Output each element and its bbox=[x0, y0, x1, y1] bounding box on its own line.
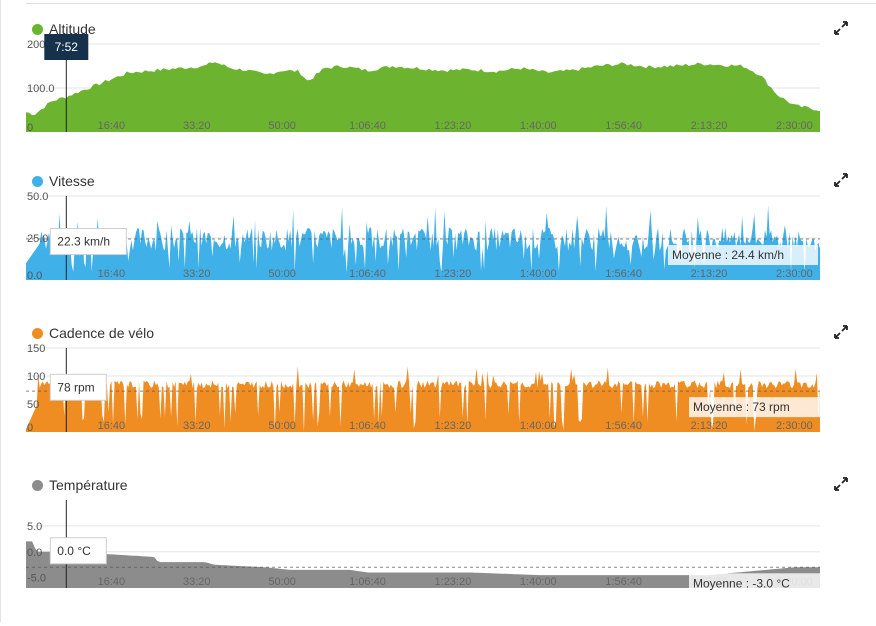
temperature-panel: Température 5.0 0.0 -5.0 16:40 33:20 50:00 1:0… bbox=[26, 476, 876, 626]
x-tick-label: 1:56:40 bbox=[605, 576, 642, 588]
x-tick-label: 50:00 bbox=[268, 576, 296, 588]
vitesse-header: Vitesse bbox=[32, 172, 95, 190]
x-tick-label: 1:23:20 bbox=[435, 268, 472, 280]
cadence-legend-dot bbox=[32, 327, 43, 339]
x-tick-label: 50:00 bbox=[268, 420, 296, 432]
vitesse-title: Vitesse bbox=[49, 173, 95, 189]
y-tick-label: -5.0 bbox=[27, 573, 46, 585]
y-tick-label: 0.0 bbox=[27, 547, 42, 559]
temperature-title: Température bbox=[49, 477, 128, 493]
x-tick-label: 1:06:40 bbox=[349, 268, 386, 280]
x-tick-label: 2:30:00 bbox=[776, 268, 813, 280]
x-tick-label: 2:13:20 bbox=[691, 268, 728, 280]
cadence-title: Cadence de vélo bbox=[49, 325, 155, 341]
x-tick-label: 33:20 bbox=[183, 420, 211, 432]
y-tick-label: 0 bbox=[27, 122, 33, 134]
x-tick-label: 1:56:40 bbox=[605, 268, 642, 280]
average-label: Moyenne : -3.0 °C bbox=[693, 576, 790, 590]
expand-icon[interactable] bbox=[834, 21, 848, 35]
x-tick-label: 2:13:20 bbox=[691, 420, 728, 432]
x-tick-label: 1:56:40 bbox=[605, 120, 642, 132]
x-tick-label: 1:40:00 bbox=[520, 576, 557, 588]
x-tick-label: 16:40 bbox=[98, 576, 126, 588]
x-tick-label: 16:40 bbox=[98, 120, 126, 132]
average-label: Moyenne : 73 rpm bbox=[693, 400, 790, 414]
x-tick-label: 16:40 bbox=[98, 268, 126, 280]
x-tick-label: 33:20 bbox=[183, 120, 211, 132]
y-tick-label: 150 bbox=[27, 343, 45, 355]
x-tick-label: 16:40 bbox=[98, 420, 126, 432]
x-tick-label: 33:20 bbox=[183, 268, 211, 280]
x-tick-label: 1:40:00 bbox=[520, 120, 557, 132]
x-tick-label: 1:06:40 bbox=[349, 120, 386, 132]
expand-icon[interactable] bbox=[834, 173, 848, 187]
x-tick-label: 1:06:40 bbox=[349, 576, 386, 588]
vitesse-panel: Vitesse 50.0 25.0 0.0 16:40 33:20 50:00 1:06:4… bbox=[26, 172, 876, 322]
temperature-header: Température bbox=[32, 476, 128, 494]
expand-icon[interactable] bbox=[834, 477, 848, 491]
x-tick-label: 2:30:00 bbox=[776, 420, 813, 432]
y-tick-label: 5.0 bbox=[27, 521, 42, 533]
x-tick-label: 1:06:40 bbox=[349, 420, 386, 432]
cadence-panel: Cadence de vélo 150 100 50 0 16:40 33:20 50:00… bbox=[26, 324, 876, 474]
expand-icon[interactable] bbox=[834, 325, 848, 339]
y-tick-label: 100.0 bbox=[27, 83, 55, 95]
vitesse-legend-dot bbox=[32, 175, 43, 187]
left-border bbox=[0, 0, 1, 622]
x-tick-label: 1:23:20 bbox=[435, 576, 472, 588]
x-tick-label: 33:20 bbox=[183, 576, 211, 588]
x-tick-label: 1:40:00 bbox=[520, 420, 557, 432]
x-tick-label: 1:40:00 bbox=[520, 268, 557, 280]
y-tick-label: 100 bbox=[27, 371, 45, 383]
cadence-header: Cadence de vélo bbox=[32, 324, 154, 342]
x-tick-label: 2:13:20 bbox=[691, 120, 728, 132]
y-tick-label: 50 bbox=[27, 399, 39, 411]
x-tick-label: 1:23:20 bbox=[435, 120, 472, 132]
altitude-panel: Altitude 200.0 100.0 0 16:40 33:20 50:00 1:06:… bbox=[26, 20, 876, 170]
y-tick-label: 50.0 bbox=[27, 191, 48, 203]
cadence-chart[interactable]: 150 100 50 0 16:40 33:20 50:00 1:06:40 1:23:20 1:… bbox=[26, 343, 839, 440]
x-tick-label: 50:00 bbox=[268, 268, 296, 280]
x-tick-label: 1:56:40 bbox=[605, 420, 642, 432]
y-tick-label: 0.0 bbox=[27, 270, 42, 282]
cursor-value-label: 22.3 km/h bbox=[57, 235, 110, 249]
altitude-chart[interactable]: 200.0100.00 16:40 33:20 50:00 1:06:40 1:23:20… bbox=[26, 34, 826, 136]
altitude-legend-dot bbox=[32, 23, 43, 35]
average-label: Moyenne : 24.4 km/h bbox=[672, 248, 784, 262]
x-tick-label: 2:30:00 bbox=[776, 120, 813, 132]
vitesse-chart[interactable]: 50.025.00.0 16:40 33:20 50:00 1:06:40 1:23:20… bbox=[26, 191, 826, 288]
cursor-value-label: 78 rpm bbox=[57, 380, 94, 394]
x-tick-label: 50:00 bbox=[268, 120, 296, 132]
cursor-time-label: 7:52 bbox=[55, 40, 79, 54]
x-tick-label: 1:23:20 bbox=[435, 420, 472, 432]
cursor-value-label: 0.0 °C bbox=[57, 544, 91, 558]
y-tick-label: 0 bbox=[27, 422, 33, 434]
temperature-legend-dot bbox=[32, 479, 43, 491]
top-divider bbox=[26, 3, 876, 4]
temperature-chart[interactable]: 5.0 0.0 -5.0 16:40 33:20 50:00 1:06:40 1:23:20 1… bbox=[26, 500, 839, 596]
